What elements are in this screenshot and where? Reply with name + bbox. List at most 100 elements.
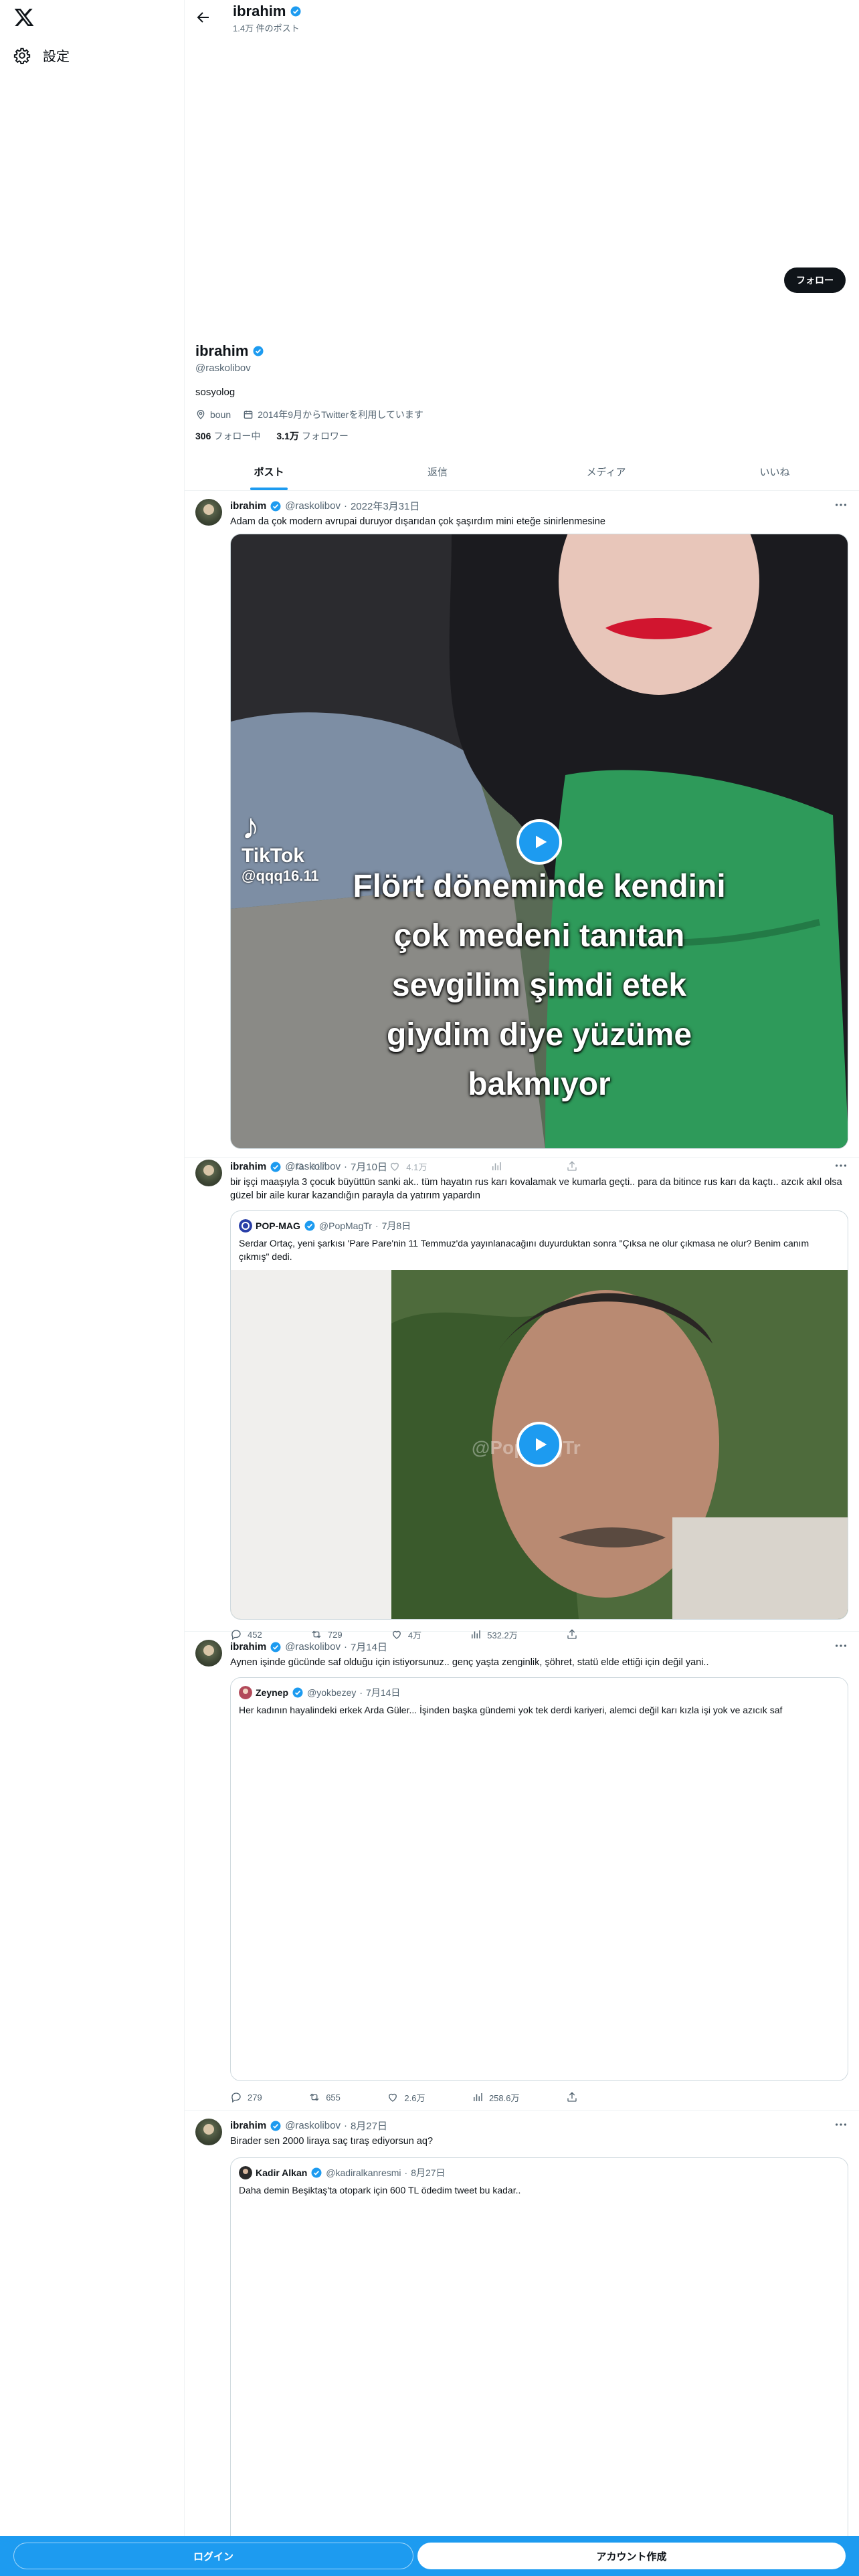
quote-date: 8月27日 [411, 2167, 446, 2178]
profile-joined-text: 2014年9月からTwitterを利用しています [258, 409, 423, 420]
verified-badge-icon [270, 1642, 281, 1652]
quote-author-handle: @PopMagTr [318, 1220, 372, 1231]
play-icon [536, 835, 547, 849]
followers-link[interactable]: 3.1万 フォロワー [276, 429, 348, 443]
separator-dot: · [404, 2167, 408, 2178]
tweet-author-handle[interactable]: @raskolibov [285, 2120, 341, 2131]
views-count: 258.6万 [488, 2092, 520, 2103]
overlay-line: giydim diye yüzüme [386, 1017, 692, 1053]
profile-meta: boun 2014年9月からTwitterを利用しています [195, 408, 423, 421]
tab-replies[interactable]: 返信 [353, 453, 522, 490]
quote-date: 7月8日 [381, 1220, 411, 1231]
header-post-count: 1.4万 件のポスト [233, 23, 300, 33]
repost-action[interactable]: 655 [308, 2089, 341, 2105]
profile-location-text: boun [210, 409, 231, 420]
like-count: 2.6万 [404, 2092, 425, 2103]
separator-dot: · [375, 1220, 379, 1231]
tweet-date[interactable]: 2022年3月31日 [351, 499, 419, 513]
tweet-date[interactable]: 7月10日 [351, 1160, 387, 1174]
tweet-text: Aynen işinde gücünde saf olduğu için ist… [230, 1657, 709, 1668]
tiktok-note-icon: ♪ [242, 807, 260, 847]
tweet-header: ibrahim @raskolibov · 2022年3月31日 [230, 499, 419, 513]
following-link[interactable]: 306 フォロー中 [195, 429, 260, 443]
more-options-icon[interactable] [834, 498, 848, 512]
tweet[interactable]: ibrahim @raskolibov · 2022年3月31日 Adam da… [185, 491, 859, 1158]
top-bar: ibrahim 1.4万 件のポスト [185, 0, 859, 37]
settings-link[interactable]: 設定 [13, 45, 70, 65]
quote-author-handle: @kadiralkanresmi [326, 2167, 401, 2178]
play-icon [536, 1438, 547, 1451]
login-button[interactable]: ログイン [13, 2543, 413, 2569]
back-arrow-icon[interactable] [195, 9, 211, 25]
play-button[interactable] [516, 1422, 562, 1467]
following-label: フォロー中 [213, 431, 261, 441]
profile-name-text: ibrahim [195, 342, 249, 359]
follow-button[interactable]: フォロー [784, 267, 846, 293]
profile-location: boun [195, 408, 231, 421]
separator-dot: · [359, 1687, 363, 1698]
tweet-video[interactable]: ♪ TikTok @qqq16.11 Flört döneminde kendi… [230, 534, 848, 1149]
following-count: 306 [195, 431, 211, 441]
tweet-date[interactable]: 8月27日 [351, 2119, 387, 2133]
repost-count: 655 [326, 2092, 341, 2103]
views-action[interactable]: 258.6万 [472, 2089, 520, 2105]
more-options-icon[interactable] [834, 2117, 848, 2132]
tweet-author-handle[interactable]: @raskolibov [285, 1641, 341, 1652]
quote-avatar [239, 1219, 252, 1232]
tweet[interactable]: ibrahim @raskolibov · 7月14日 Aynen işinde… [185, 1632, 859, 2111]
avatar[interactable] [195, 499, 222, 526]
verified-badge-icon [270, 2121, 281, 2131]
followers-label: フォロワー [301, 431, 349, 441]
quoted-tweet[interactable]: Kadir Alkan @kadiralkanresmi · 8月27日 Dah… [230, 2157, 848, 2576]
tab-posts[interactable]: ポスト [185, 453, 353, 490]
tweet-author-handle[interactable]: @raskolibov [285, 500, 341, 512]
more-options-icon[interactable] [834, 1638, 848, 1653]
share-icon [567, 2092, 577, 2102]
quoted-tweet[interactable]: POP-MAG @PopMagTr · 7月8日 Serdar Ortaç, y… [230, 1210, 848, 1620]
location-pin-icon [197, 410, 205, 419]
profile-stats: 306 フォロー中 3.1万 フォロワー [195, 429, 349, 443]
tab-media[interactable]: メディア [522, 453, 690, 490]
tweet-date[interactable]: 7月14日 [351, 1640, 387, 1654]
header-name: ibrahim [233, 3, 286, 19]
avatar[interactable] [195, 1160, 222, 1186]
overlay-line: Flört döneminde kendini [353, 869, 726, 904]
x-logo-icon[interactable] [13, 7, 35, 28]
settings-label: 設定 [43, 49, 70, 64]
verified-badge-icon [270, 501, 281, 511]
reply-action[interactable]: 279 [230, 2089, 262, 2105]
quote-header: Zeynep @yokbezey · 7月14日 [239, 1686, 400, 1699]
calendar-icon [244, 411, 253, 419]
video-caption-overlay: Flört döneminde kendini çok medeni tanıt… [231, 862, 848, 1109]
share-action[interactable] [566, 2089, 578, 2105]
play-button[interactable] [516, 819, 562, 865]
verified-badge-icon [270, 1162, 281, 1172]
more-options-icon[interactable] [834, 1158, 848, 1173]
tweet-author-handle[interactable]: @raskolibov [285, 1161, 341, 1172]
quoted-tweet[interactable]: Zeynep @yokbezey · 7月14日 Her kadının hay… [230, 1677, 848, 2081]
tab-likes[interactable]: いいね [690, 453, 859, 490]
tweet-author-name[interactable]: ibrahim [230, 1161, 266, 1172]
quote-video[interactable]: @PopMagTr [231, 1270, 848, 1619]
avatar[interactable] [195, 2119, 222, 2145]
like-action[interactable]: 2.6万 [387, 2089, 425, 2105]
quote-text: Her kadının hayalindeki erkek Arda Güler… [239, 1705, 783, 1715]
tweet[interactable]: ibrahim @raskolibov · 8月27日 Birader sen … [185, 2111, 859, 2576]
tweet-author-name[interactable]: ibrahim [230, 500, 266, 512]
quote-author-name: POP-MAG [256, 1220, 300, 1231]
tweet-text: bir işçi maaşıyla 3 çocuk büyüttün sanki… [230, 1177, 842, 1201]
gear-icon [13, 47, 31, 64]
main-column: ibrahim 1.4万 件のポスト フォロー ibrahim @raskoli… [185, 0, 859, 2576]
overlay-line: sevgilim şimdi etek [391, 968, 687, 1003]
tweet-text: Adam da çok modern avrupai duruyor dışar… [230, 516, 605, 527]
profile-name: ibrahim [195, 342, 264, 360]
profile-banner [185, 37, 859, 259]
quote-avatar [239, 2166, 252, 2179]
tweet-author-name[interactable]: ibrahim [230, 2120, 266, 2131]
tweet-header: ibrahim @raskolibov · 8月27日 [230, 2119, 387, 2133]
tweet[interactable]: ibrahim @raskolibov · 7月10日 bir işçi maa… [185, 1152, 859, 1640]
tweet-header: ibrahim @raskolibov · 7月14日 [230, 1640, 387, 1654]
tweet-author-name[interactable]: ibrahim [230, 1641, 266, 1652]
create-account-button[interactable]: アカウント作成 [417, 2543, 846, 2569]
avatar[interactable] [195, 1640, 222, 1667]
